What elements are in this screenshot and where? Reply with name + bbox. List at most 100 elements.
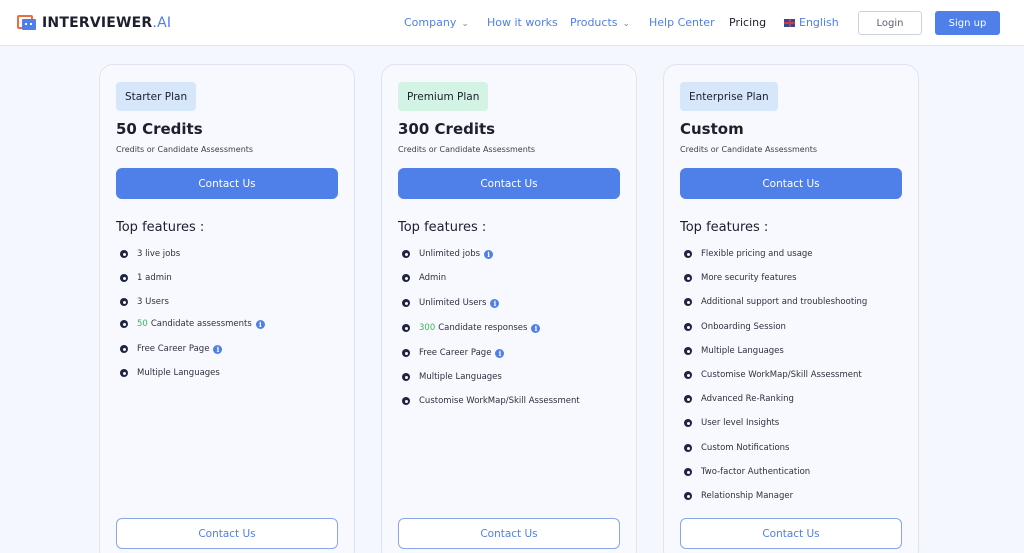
chevron-down-icon: ⌄ [461,19,469,29]
feature-text: Additional support and troubleshooting [701,297,868,307]
feature-item: 3 Users [120,297,169,307]
nav-products[interactable]: Products ⌄ [570,16,630,29]
plan-badge: Starter Plan [116,82,197,111]
bullet-icon [402,274,410,282]
info-icon[interactable]: i [495,348,505,358]
feature-item: Free Career Page i [120,344,223,354]
feature-text: More security features [701,273,797,283]
nav-pricing[interactable]: Pricing [729,16,766,29]
bullet-icon [402,250,410,258]
feature-item: Multiple Languages [684,346,784,356]
nav-company[interactable]: Company ⌄ [404,16,469,29]
features-heading: Top features : [116,220,205,235]
brand-name: INTERVIEWER [42,15,153,31]
feature-item: More security features [684,273,797,283]
pricing-card-premium: Premium Plan 300 Credits Credits or Cand… [381,64,637,553]
feature-text: Advanced Re-Ranking [701,394,794,404]
bullet-icon [402,373,410,381]
nav-help-center[interactable]: Help Center [649,16,715,29]
brand-logo[interactable]: INTERVIEWER.AI [17,13,171,33]
plan-badge: Enterprise Plan [680,82,778,111]
feature-item: Customise WorkMap/Skill Assessment [402,396,580,406]
info-icon[interactable]: i [213,344,223,354]
plan-subtitle: Credits or Candidate Assessments [680,145,818,154]
feature-text: Relationship Manager [701,491,794,501]
bullet-icon [120,320,128,328]
plan-credits: Custom [680,120,744,138]
bullet-icon [684,274,692,282]
bullet-icon [684,395,692,403]
feature-text: Multiple Languages [137,368,220,378]
feature-item: Advanced Re-Ranking [684,394,794,404]
logo-icon [17,13,37,33]
contact-us-button[interactable]: Contact Us [680,168,902,199]
feature-item: 1 admin [120,273,172,283]
bullet-icon [120,345,128,353]
bullet-icon [684,468,692,476]
signup-button[interactable]: Sign up [935,11,1000,35]
feature-item: Unlimited jobs i [402,249,494,259]
bullet-icon [120,250,128,258]
feature-item: 3 live jobs [120,249,180,259]
feature-item: Relationship Manager [684,491,793,501]
bullet-icon [684,492,692,500]
feature-item: User level Insights [684,418,779,428]
feature-item: Unlimited Users i [402,298,500,308]
signup-label: Sign up [948,17,987,29]
feature-item: Admin [402,273,446,283]
info-icon[interactable]: i [255,319,265,329]
contact-us-bottom-button[interactable]: Contact Us [398,518,620,549]
language-selector[interactable]: English [784,16,839,29]
brand-suffix: .AI [152,15,172,31]
feature-text: Candidate assessments [150,319,252,329]
info-icon[interactable]: i [531,323,541,333]
contact-us-button[interactable]: Contact Us [116,168,338,199]
nav-how-it-works[interactable]: How it works [487,16,558,29]
nav-pricing-label: Pricing [729,16,767,29]
feature-text: Unlimited jobs [419,249,481,259]
nav-help-label: Help Center [649,16,715,29]
feature-item: Free Career Page i [402,348,505,358]
bullet-icon [684,250,692,258]
bullet-icon [684,444,692,452]
feature-item: Multiple Languages [402,372,502,382]
feature-text: Two-factor Authentication [701,467,811,477]
language-label: English [799,16,839,29]
feature-text: User level Insights [701,418,780,428]
bullet-icon [402,299,410,307]
bullet-icon [402,349,410,357]
bullet-icon [402,324,410,332]
pricing-card-starter: Starter Plan 50 Credits Credits or Candi… [99,64,355,553]
bullet-icon [120,369,128,377]
features-heading: Top features : [398,220,487,235]
info-icon[interactable]: i [490,298,500,308]
feature-item: Customise WorkMap/Skill Assessment [684,370,862,380]
bullet-icon [684,323,692,331]
features-heading: Top features : [680,220,769,235]
nav-products-label: Products [570,16,618,29]
info-icon[interactable]: i [484,249,494,259]
plan-subtitle: Credits or Candidate Assessments [116,145,254,154]
contact-us-bottom-button[interactable]: Contact Us [116,518,338,549]
feature-text: 3 Users [137,297,169,307]
pricing-card-enterprise: Enterprise Plan Custom Credits or Candid… [663,64,919,553]
feature-item: Flexible pricing and usage [684,249,813,259]
feature-text: Onboarding Session [701,322,786,332]
bullet-icon [120,274,128,282]
feature-item: Onboarding Session [684,322,786,332]
plan-badge: Premium Plan [398,82,489,111]
feature-item: Two-factor Authentication [684,467,810,477]
contact-us-button[interactable]: Contact Us [398,168,620,199]
login-button[interactable]: Login [858,11,922,35]
feature-text: 3 live jobs [137,249,181,259]
feature-text: Admin [419,273,447,283]
plan-credits: 50 Credits [116,120,203,138]
feature-text: Candidate responses [438,323,528,333]
contact-us-bottom-button[interactable]: Contact Us [680,518,902,549]
bullet-icon [684,298,692,306]
feature-text: Flexible pricing and usage [701,249,813,259]
feature-item: 300 Candidate responses i [402,323,541,333]
feature-text: Unlimited Users [419,298,487,308]
feature-text: Customise WorkMap/Skill Assessment [701,370,862,380]
feature-item: Additional support and troubleshooting [684,297,867,307]
